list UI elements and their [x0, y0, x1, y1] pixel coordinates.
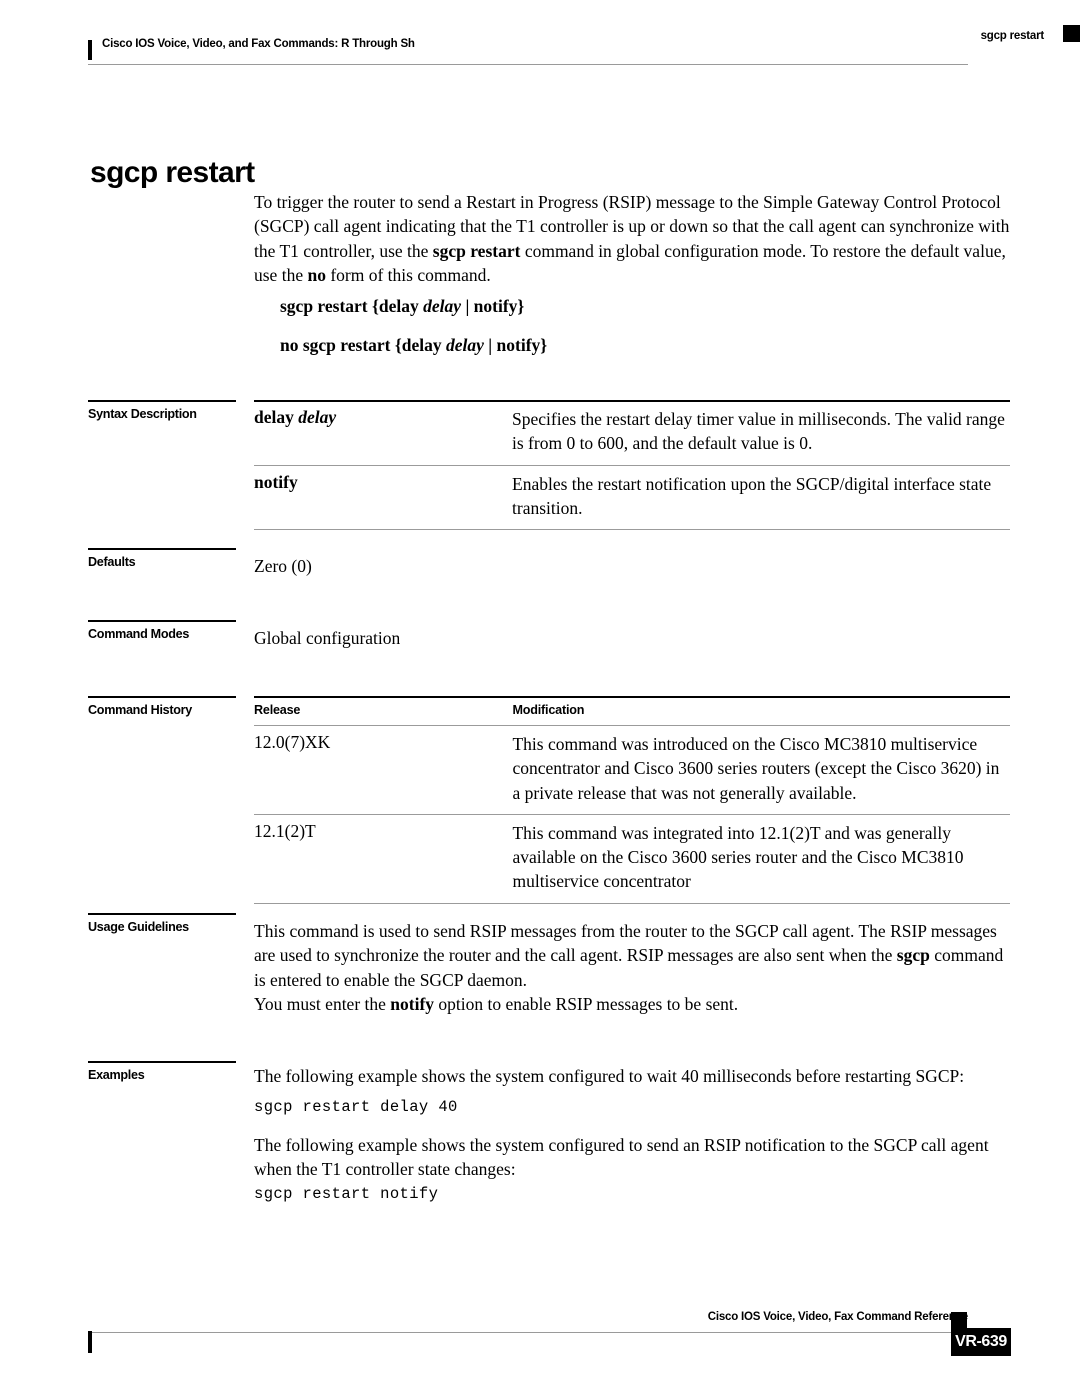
footer-change-bar — [88, 1331, 92, 1353]
section-rule — [88, 620, 236, 622]
header-running-command: sgcp restart — [980, 30, 1045, 42]
section-label-syntax-description: Syntax Description — [88, 400, 238, 421]
section-label-command-history: Command History — [88, 696, 238, 717]
header-change-bar — [88, 40, 92, 60]
syntax-term: delay delay — [254, 399, 512, 466]
modification-value: This command was integrated into 12.1(2)… — [512, 813, 1010, 904]
example-code-1: sgcp restart delay 40 — [254, 1098, 458, 1116]
syntax-term-description: Specifies the restart delay timer value … — [512, 399, 1010, 466]
release-value: 12.1(2)T — [254, 813, 513, 904]
section-label-command-modes: Command Modes — [88, 620, 238, 641]
usage-guidelines-paragraph-2: You must enter the notify option to enab… — [254, 994, 739, 1014]
table-row: delay delay Specifies the restart delay … — [254, 399, 1010, 466]
footer-title: Cisco IOS Voice, Video, Fax Command Refe… — [707, 1311, 968, 1323]
syntax-line-positive: sgcp restart {delay delay | notify} — [280, 296, 525, 316]
column-header-modification: Modification — [512, 696, 1010, 726]
table-row: notify Enables the restart notification … — [254, 464, 1010, 531]
example-text-2: The following example shows the system c… — [254, 1135, 989, 1180]
header-marker-square — [1063, 25, 1080, 42]
release-value: 12.0(7)XK — [254, 725, 513, 815]
section-label-text: Defaults — [88, 555, 136, 569]
footer-marker-square — [951, 1312, 967, 1328]
header-rule — [88, 64, 968, 65]
section-label-examples: Examples — [88, 1061, 238, 1082]
table-row: 12.0(7)XK This command was introduced on… — [254, 725, 1010, 815]
section-rule — [88, 1061, 236, 1063]
command-history-table: Release Modification 12.0(7)XK This comm… — [254, 696, 1010, 904]
syntax-description-table: delay delay Specifies the restart delay … — [254, 399, 1010, 531]
section-rule — [88, 696, 236, 698]
section-rule — [88, 548, 236, 550]
page-title: sgcp restart — [90, 156, 255, 190]
defaults-value: Zero (0) — [254, 556, 312, 576]
section-label-usage-guidelines: Usage Guidelines — [88, 913, 238, 934]
section-label-defaults: Defaults — [88, 548, 238, 569]
modification-value: This command was introduced on the Cisco… — [512, 725, 1010, 815]
command-modes-value: Global configuration — [254, 628, 401, 648]
table-header-row: Release Modification — [254, 696, 1010, 726]
table-row: 12.1(2)T This command was integrated int… — [254, 813, 1010, 904]
example-text-1: The following example shows the system c… — [254, 1066, 965, 1086]
section-label-text: Usage Guidelines — [88, 920, 189, 934]
section-label-text: Command History — [88, 703, 192, 717]
section-label-text: Command Modes — [88, 627, 190, 641]
document-page: Cisco IOS Voice, Video, and Fax Commands… — [0, 0, 1080, 1397]
header-title: Cisco IOS Voice, Video, and Fax Commands… — [102, 38, 415, 50]
syntax-term: notify — [254, 464, 512, 531]
footer-rule — [88, 1332, 968, 1333]
usage-guidelines-paragraph-1: This command is used to send RSIP messag… — [254, 921, 1004, 990]
command-description: To trigger the router to send a Restart … — [254, 192, 1010, 285]
syntax-term-description: Enables the restart notification upon th… — [512, 464, 1010, 531]
section-rule — [88, 913, 236, 915]
syntax-line-negative: no sgcp restart {delay delay | notify} — [280, 335, 548, 355]
section-label-text: Examples — [88, 1068, 145, 1082]
section-label-text: Syntax Description — [88, 407, 197, 421]
page-header: Cisco IOS Voice, Video, and Fax Commands… — [88, 38, 994, 84]
section-rule — [88, 400, 236, 402]
example-code-2: sgcp restart notify — [254, 1185, 439, 1203]
column-header-release: Release — [254, 696, 513, 726]
page-number: VR-639 — [955, 1333, 1007, 1350]
